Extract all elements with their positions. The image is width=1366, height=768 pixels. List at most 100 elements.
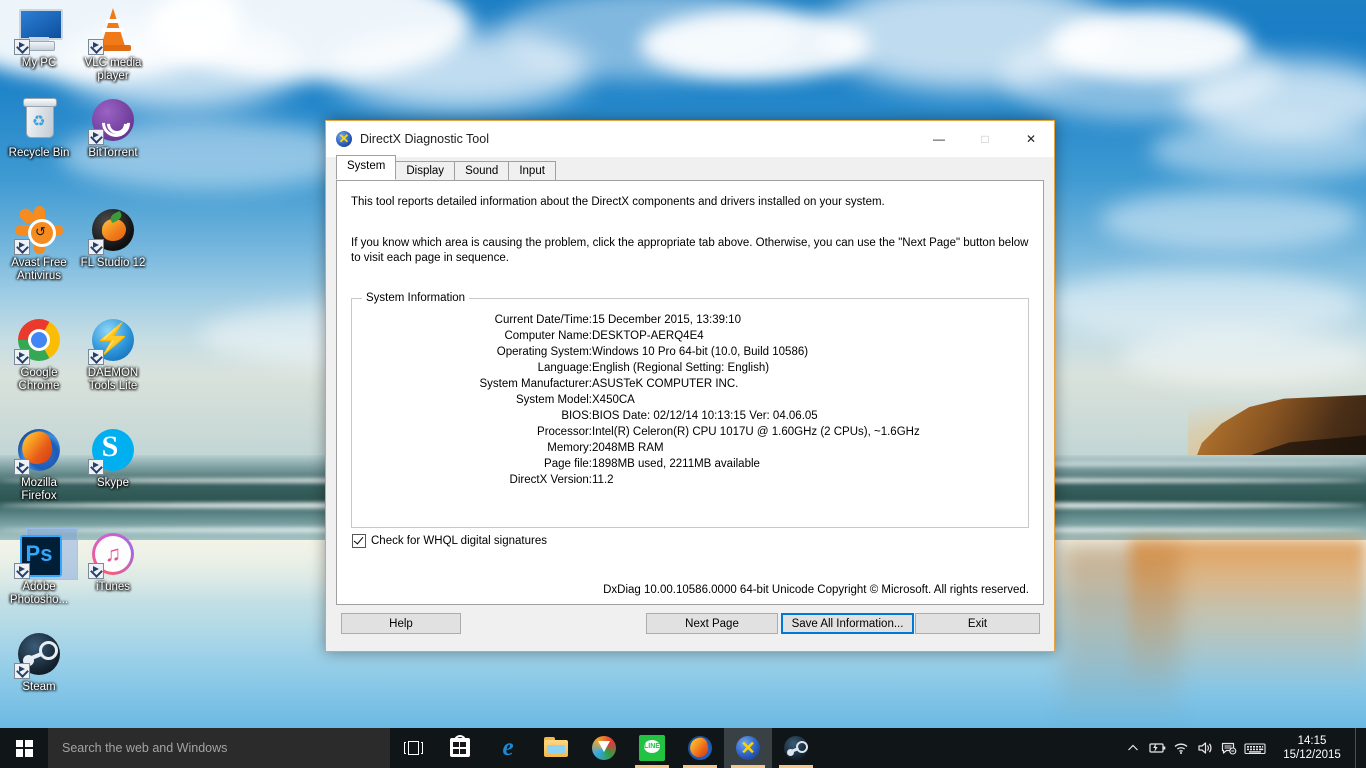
tab-display[interactable]: Display <box>395 161 456 180</box>
save-all-information-button[interactable]: Save All Information... <box>781 613 914 634</box>
row-label: BIOS: <box>561 410 592 422</box>
taskbar-clock[interactable]: 14:15 15/12/2015 <box>1269 728 1355 768</box>
desktop-icon-label: Skype <box>97 477 129 489</box>
desktop-icon-mozilla-firefox[interactable]: Mozilla Firefox <box>2 426 76 503</box>
minimize-button[interactable]: — <box>916 121 962 157</box>
desktop-icon-bittorrent[interactable]: BitTorrent <box>76 96 150 160</box>
desktop-icon-my-pc[interactable]: My PC <box>2 6 76 70</box>
whql-checkbox[interactable]: Check for WHQL digital signatures <box>352 534 547 548</box>
taskbar-app-microsoft-store[interactable] <box>436 728 484 768</box>
my-pc-icon <box>14 6 63 55</box>
desktop-icon-recycle-bin[interactable]: ♻ Recycle Bin <box>2 96 76 160</box>
copyright-text: DxDiag 10.00.10586.0000 64-bit Unicode C… <box>603 584 1029 596</box>
row-label: Processor: <box>537 426 592 438</box>
wifi-icon[interactable] <box>1169 728 1193 768</box>
taskbar-app-directx-diagnostic-tool[interactable] <box>724 728 772 768</box>
window-controls: — □ ✕ <box>916 121 1054 157</box>
bittorrent-icon <box>88 96 137 145</box>
desktop-icon-label: iTunes <box>95 581 131 593</box>
steam-icon <box>783 735 809 761</box>
keyboard-icon[interactable] <box>1241 728 1269 768</box>
exit-button[interactable]: Exit <box>915 613 1040 634</box>
row-label: Language: <box>537 362 592 374</box>
desktop-icon-daemon-tools-lite[interactable]: ⚡ DAEMON Tools Lite <box>76 316 150 393</box>
task-view-button[interactable] <box>390 728 436 768</box>
desktop-icon-fl-studio-12[interactable]: FL Studio 12 <box>76 206 150 270</box>
file-explorer-icon <box>543 735 569 761</box>
desktop-icon-avast-free-antivirus[interactable]: ↺ Avast Free Antivirus <box>2 206 76 283</box>
system-information-legend: System Information <box>366 292 466 304</box>
action-center-icon[interactable] <box>1217 728 1241 768</box>
steam-icon <box>14 630 63 679</box>
desktop-icon-label: DAEMON Tools Lite <box>87 367 139 392</box>
action-center-icon <box>1221 742 1237 755</box>
next-page-button[interactable]: Next Page <box>646 613 778 634</box>
desktop-icon-google-chrome[interactable]: Google Chrome <box>2 316 76 393</box>
row-value: DESKTOP-AERQ4E4 <box>592 330 704 342</box>
description-paragraph-2: If you know which area is causing the pr… <box>351 237 1029 264</box>
show-hidden-icons-button[interactable] <box>1121 728 1145 768</box>
taskbar: Search the web and Windows e LINE ✕ 14:1… <box>0 728 1366 768</box>
row-label: Operating System: <box>496 346 592 358</box>
tab-sound[interactable]: Sound <box>454 161 510 180</box>
tab-input[interactable]: Input <box>508 161 556 180</box>
desktop-icon-adobe-photoshop[interactable]: Ps Adobe Photosho... <box>2 528 78 607</box>
row-value: ASUSTeK COMPUTER INC. <box>592 378 739 390</box>
windows-logo-icon <box>15 739 33 757</box>
taskbar-app-mozilla-firefox[interactable] <box>676 728 724 768</box>
desktop-icon-steam[interactable]: Steam <box>2 630 76 694</box>
desktop-icon-vlc-media-player[interactable]: VLC media player <box>76 6 150 83</box>
microsoft-edge-icon: e <box>502 734 514 761</box>
row-label: Current Date/Time: <box>494 314 592 326</box>
shortcut-overlay-icon <box>14 459 30 475</box>
show-desktop-button[interactable] <box>1355 728 1362 768</box>
close-button[interactable]: ✕ <box>1008 121 1054 157</box>
skype-icon: S <box>88 426 137 475</box>
desktop-icon-itunes[interactable]: ♫ iTunes <box>76 530 150 594</box>
directx-diagnostic-tool-window: DirectX Diagnostic Tool — □ ✕ System Dis… <box>325 120 1055 652</box>
shortcut-overlay-icon <box>14 39 30 55</box>
desktop-icon-label: BitTorrent <box>88 147 138 159</box>
checkbox-box-icon <box>352 534 366 548</box>
row-label: System Model: <box>515 394 592 406</box>
wallpaper-cloud <box>1040 270 1360 340</box>
window-title: DirectX Diagnostic Tool <box>360 132 489 146</box>
shortcut-overlay-icon <box>14 349 30 365</box>
row-value: 2048MB RAM <box>592 442 664 454</box>
directx-icon <box>336 131 352 147</box>
row-value: 11.2 <box>592 474 614 486</box>
desktop-icon-label: My PC <box>21 57 57 69</box>
shortcut-overlay-icon <box>88 129 104 145</box>
help-button[interactable]: Help <box>341 613 461 634</box>
table-row: BIOS: BIOS Date: 02/12/14 10:13:15 Ver: … <box>362 408 1018 424</box>
chrome-icon <box>14 316 63 365</box>
taskbar-app-microsoft-edge[interactable]: e <box>484 728 532 768</box>
desktop-icon-skype[interactable]: S Skype <box>76 426 150 490</box>
taskbar-app-internet-download-manager[interactable] <box>580 728 628 768</box>
volume-icon[interactable] <box>1193 728 1217 768</box>
row-value: English (Regional Setting: English) <box>592 362 770 374</box>
table-row: DirectX Version: 11.2 <box>362 472 1018 488</box>
maximize-button[interactable]: □ <box>962 121 1008 157</box>
table-row: Memory: 2048MB RAM <box>362 440 1018 456</box>
table-row: Processor: Intel(R) Celeron(R) CPU 1017U… <box>362 424 1018 440</box>
shortcut-overlay-icon <box>88 459 104 475</box>
task-view-icon <box>403 741 423 755</box>
taskbar-app-steam[interactable] <box>772 728 820 768</box>
tab-system[interactable]: System <box>336 155 397 180</box>
taskbar-app-line[interactable]: LINE <box>628 728 676 768</box>
wallpaper-reflection <box>1130 540 1366 690</box>
row-value: Intel(R) Celeron(R) CPU 1017U @ 1.60GHz … <box>592 426 920 438</box>
system-information-table: Current Date/Time: 15 December 2015, 13:… <box>362 312 1018 488</box>
battery-charging-icon[interactable] <box>1145 728 1169 768</box>
search-input[interactable]: Search the web and Windows <box>48 728 390 768</box>
taskbar-app-file-explorer[interactable] <box>532 728 580 768</box>
shortcut-overlay-icon <box>14 563 30 579</box>
desktop-icon-label: Mozilla Firefox <box>21 477 57 502</box>
window-title-bar[interactable]: DirectX Diagnostic Tool — □ ✕ <box>326 121 1054 157</box>
firefox-icon <box>14 426 63 475</box>
shortcut-overlay-icon <box>88 349 104 365</box>
system-tab-panel: This tool reports detailed information a… <box>336 181 1044 605</box>
start-button[interactable] <box>0 728 48 768</box>
desktop-icon-label: Adobe Photosho... <box>9 581 69 606</box>
